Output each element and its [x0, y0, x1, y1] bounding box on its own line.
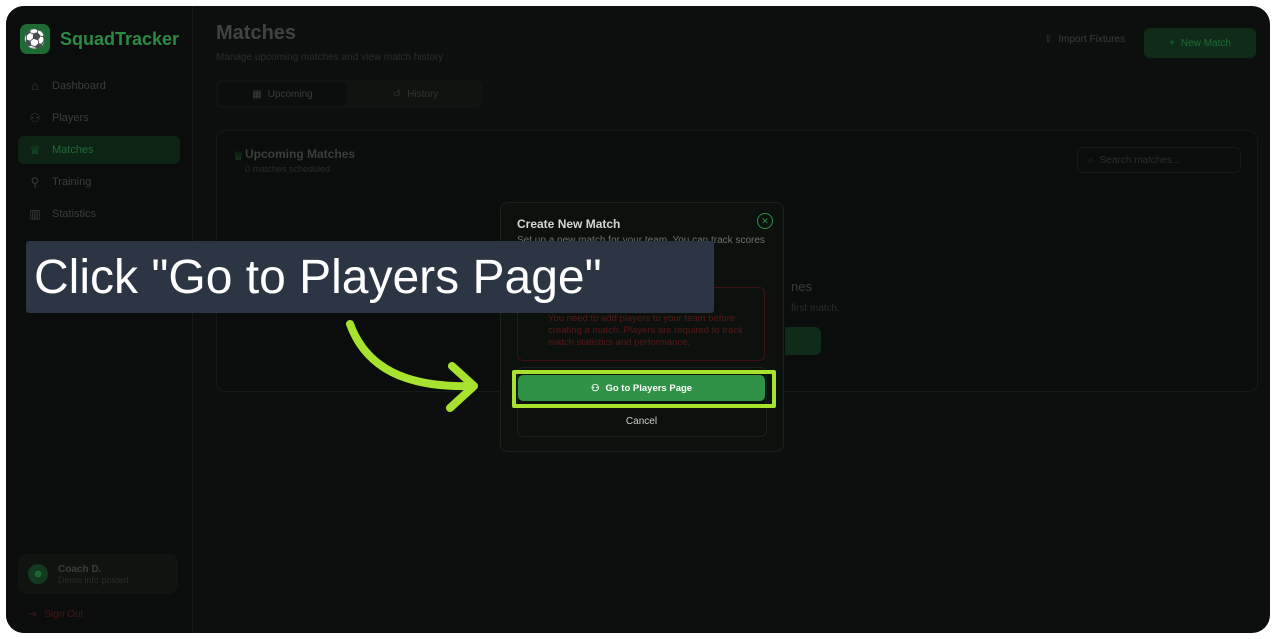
- panel-subtitle: 0 matches scheduled: [245, 164, 331, 174]
- cancel-button[interactable]: Cancel: [518, 413, 765, 429]
- cancel-label: Cancel: [625, 415, 658, 427]
- tab-label: History: [407, 88, 439, 100]
- search-icon: ⌕: [1088, 154, 1094, 166]
- plus-icon: +: [1169, 37, 1175, 49]
- sign-out-label: Sign Out: [44, 609, 84, 620]
- sidebar-item-label: Statistics: [52, 208, 97, 220]
- home-icon: ⌂: [31, 79, 39, 93]
- training-icon: ⚲: [30, 175, 40, 189]
- create-match-modal: Create New Match Set up a new match for …: [500, 202, 784, 452]
- sidebar-item-dashboard[interactable]: ⌂ Dashboard: [18, 72, 180, 100]
- search-placeholder: Search matches...: [1099, 154, 1181, 166]
- new-match-label: New Match: [1180, 37, 1231, 49]
- empty-state-subtitle: first match.: [791, 303, 840, 314]
- import-fixtures-button[interactable]: ⇪ Import Fixtures: [1044, 34, 1125, 45]
- empty-state-button[interactable]: [785, 327, 821, 355]
- calendar-icon: ▦: [252, 88, 262, 100]
- page-subtitle: Manage upcoming matches and view match h…: [216, 52, 444, 63]
- tab-history[interactable]: ↺ History: [351, 82, 480, 106]
- search-input[interactable]: ⌕ Search matches...: [1077, 147, 1241, 173]
- sidebar-item-label: Players: [52, 112, 89, 124]
- app-window: ⚽ SquadTracker ⌂ Dashboard ⚇ Players ♕ M…: [6, 6, 1270, 633]
- callout-text: Click "Go to Players Page": [34, 250, 602, 304]
- sidebar-item-players[interactable]: ⚇ Players: [18, 104, 180, 132]
- close-icon[interactable]: ✕: [757, 213, 773, 229]
- logo[interactable]: ⚽ SquadTracker: [20, 24, 179, 54]
- bar-chart-icon: ▥: [29, 207, 41, 221]
- alert-text: You need to add players to your team bef…: [548, 313, 743, 348]
- new-match-button[interactable]: + New Match: [1144, 28, 1256, 58]
- import-fixtures-label: Import Fixtures: [1058, 34, 1126, 45]
- tabs: ▦ Upcoming ↺ History: [216, 80, 482, 108]
- sidebar-nav: ⌂ Dashboard ⚇ Players ♕ Matches ⚲ Traini…: [18, 72, 180, 232]
- pointer-arrow-icon: [346, 320, 478, 412]
- sidebar-item-matches[interactable]: ♕ Matches: [18, 136, 180, 164]
- sidebar-item-label: Dashboard: [52, 80, 106, 92]
- panel-title: Upcoming Matches: [245, 147, 356, 161]
- soccer-ball-icon: ⚽: [20, 24, 50, 54]
- user-name: Coach D.: [58, 563, 102, 575]
- user-role: Demo info posted: [58, 574, 129, 585]
- instruction-callout: Click "Go to Players Page": [26, 241, 714, 313]
- trophy-icon: ♕: [233, 149, 244, 163]
- empty-state-title: nes: [791, 279, 812, 294]
- sidebar-item-statistics[interactable]: ▥ Statistics: [18, 200, 180, 228]
- sidebar-item-label: Training: [52, 176, 92, 188]
- trophy-icon: ♕: [29, 143, 41, 157]
- sign-out-icon: ⇥: [28, 609, 37, 620]
- sidebar-item-label: Matches: [52, 144, 94, 156]
- upload-icon: ⇪: [1044, 34, 1053, 45]
- users-icon: ⚇: [29, 111, 41, 125]
- avatar: ☻: [28, 564, 48, 584]
- app-name: SquadTracker: [60, 28, 180, 49]
- sign-out-button[interactable]: ⇥ Sign Out: [28, 609, 83, 620]
- tab-upcoming[interactable]: ▦ Upcoming: [218, 82, 347, 106]
- user-card[interactable]: ☻ Coach D. Demo info posted: [18, 554, 178, 594]
- page-title: Matches: [216, 22, 297, 44]
- history-icon: ↺: [392, 88, 402, 100]
- tab-label: Upcoming: [267, 88, 313, 100]
- sidebar: ⚽ SquadTracker ⌂ Dashboard ⚇ Players ♕ M…: [6, 6, 193, 633]
- sidebar-item-training[interactable]: ⚲ Training: [18, 168, 180, 196]
- modal-title: Create New Match: [517, 217, 621, 231]
- highlight-box: [512, 370, 776, 408]
